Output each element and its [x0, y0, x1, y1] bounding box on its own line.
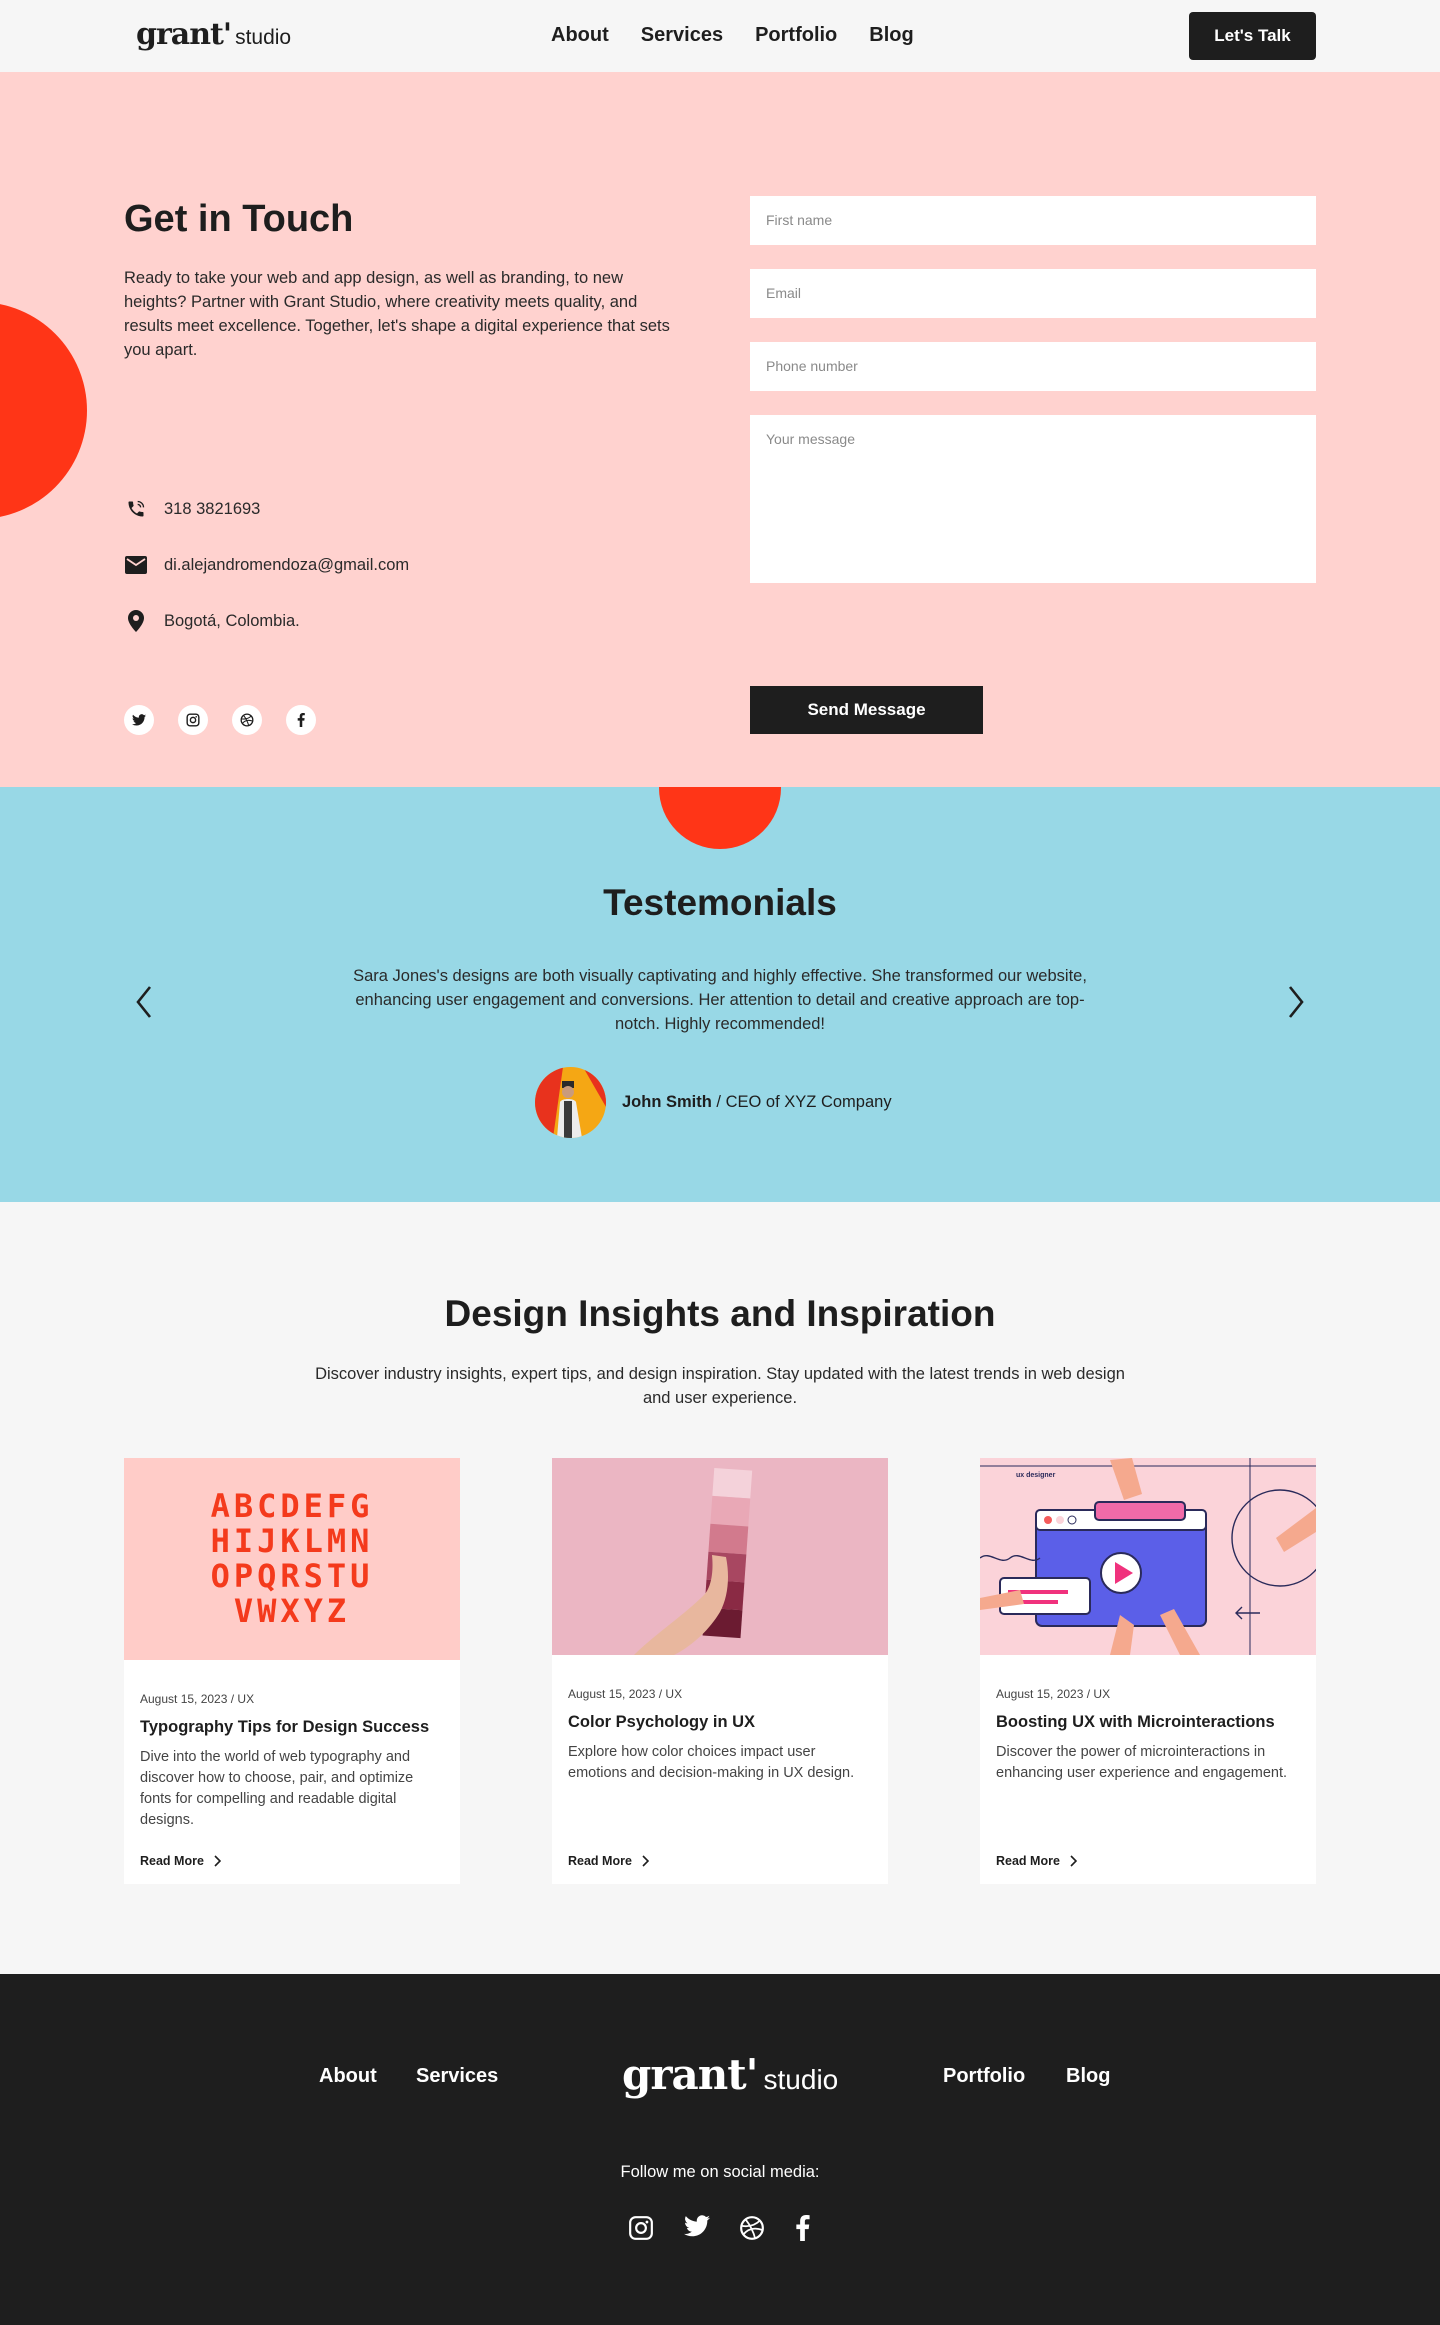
card-title[interactable]: Color Psychology in UX: [568, 1713, 872, 1732]
phone-input[interactable]: Phone number: [750, 342, 1316, 391]
message-textarea[interactable]: Your message: [750, 415, 1316, 583]
card-excerpt: Discover the power of microinteractions …: [996, 1744, 1288, 1781]
card-meta: August 15, 2023 / UX: [140, 1692, 255, 1706]
first-name-input[interactable]: First name: [750, 196, 1316, 245]
email-text[interactable]: di.alejandromendoza@gmail.com: [164, 556, 409, 575]
testimonial-author: John Smith / CEO of XYZ Company: [535, 1067, 892, 1138]
mail-icon: [124, 553, 148, 577]
blog-card[interactable]: ux designer August 15, 2023 / UX Boostin…: [980, 1458, 1316, 1884]
nav-link-portfolio[interactable]: Portfolio: [755, 24, 837, 47]
dribbble-icon[interactable]: [739, 2215, 767, 2243]
color-swatch-image: [552, 1458, 888, 1655]
contact-title: Get in Touch: [124, 198, 354, 240]
nav-links: About Services Portfolio Blog: [551, 24, 914, 47]
read-more-label: Read More: [568, 1854, 632, 1868]
contact-email: di.alejandromendoza@gmail.com: [124, 553, 409, 577]
blog-section: Design Insights and Inspiration Discover…: [0, 1202, 1440, 1974]
instagram-icon[interactable]: [178, 705, 208, 735]
email-input[interactable]: Email: [750, 269, 1316, 318]
author-role: / CEO of XYZ Company: [711, 1093, 892, 1111]
footer-link-portfolio[interactable]: Portfolio: [943, 2065, 1025, 2088]
card-meta: August 15, 2023 / UX: [568, 1687, 683, 1701]
microinteraction-image: ux designer: [980, 1458, 1316, 1655]
ux-designer-label: ux designer: [1016, 1472, 1056, 1479]
footer: About Services grant' studio Portfolio B…: [0, 1974, 1440, 2325]
read-more-link[interactable]: Read More: [568, 1854, 649, 1868]
twitter-icon[interactable]: [124, 705, 154, 735]
phone-text: 318 3821693: [164, 499, 261, 518]
contact-phone: 318 3821693: [124, 497, 260, 521]
footer-logo-sub: studio: [763, 2064, 839, 2095]
footer-link-services[interactable]: Services: [416, 2065, 498, 2088]
avatar: [535, 1067, 606, 1138]
logo-main: grant': [136, 17, 232, 52]
decorative-circle: [0, 302, 87, 519]
chevron-right-icon: [642, 1855, 649, 1867]
card-title[interactable]: Typography Tips for Design Success: [140, 1718, 444, 1737]
nav-link-about[interactable]: About: [551, 24, 609, 47]
logo-sub: studio: [235, 26, 292, 49]
typography-image: ABCDEFG HIJKLMN OPQRSTU VWXYZ: [124, 1458, 460, 1660]
location-pin-icon: [124, 609, 148, 633]
card-title[interactable]: Boosting UX with Microinteractions: [996, 1713, 1300, 1732]
dribbble-icon[interactable]: [232, 705, 262, 735]
testimonial-quote: Sara Jones's designs are both visually c…: [353, 967, 1087, 1033]
chevron-left-icon[interactable]: [132, 983, 156, 1021]
author-text: John Smith / CEO of XYZ Company: [622, 1093, 892, 1112]
nav-link-services[interactable]: Services: [641, 24, 723, 47]
send-message-button[interactable]: Send Message: [750, 686, 983, 734]
facebook-icon[interactable]: [795, 2215, 823, 2243]
footer-logo-main: grant': [622, 2050, 759, 2099]
card-meta: August 15, 2023 / UX: [996, 1687, 1111, 1701]
contact-location: Bogotá, Colombia.: [124, 609, 300, 633]
author-name: John Smith: [622, 1093, 712, 1111]
testimonials-title: Testemonials: [603, 882, 837, 923]
blog-subtitle: Discover industry insights, expert tips,…: [315, 1365, 1125, 1407]
contact-section: Get in Touch Ready to take your web and …: [0, 72, 1440, 787]
read-more-label: Read More: [140, 1854, 204, 1868]
nav-link-blog[interactable]: Blog: [869, 24, 913, 47]
contact-socials: [124, 705, 316, 735]
card-excerpt: Dive into the world of web typography an…: [140, 1749, 414, 1828]
top-nav: grant' studio About Services Portfolio B…: [0, 0, 1440, 72]
blog-card[interactable]: August 15, 2023 / UX Color Psychology in…: [552, 1458, 888, 1884]
read-more-link[interactable]: Read More: [996, 1854, 1077, 1868]
testimonials-section: Testemonials Sara Jones's designs are bo…: [0, 787, 1440, 1202]
decorative-circle: [659, 787, 781, 849]
instagram-icon[interactable]: [628, 2215, 656, 2243]
contact-intro: Ready to take your web and app design, a…: [124, 269, 670, 359]
lets-talk-button[interactable]: Let's Talk: [1189, 12, 1316, 60]
footer-link-about[interactable]: About: [319, 2065, 377, 2088]
footer-link-blog[interactable]: Blog: [1066, 2065, 1110, 2088]
read-more-link[interactable]: Read More: [140, 1854, 221, 1868]
facebook-icon[interactable]: [286, 705, 316, 735]
blog-title: Design Insights and Inspiration: [444, 1293, 996, 1334]
chevron-right-icon[interactable]: [1284, 983, 1308, 1021]
follow-text: Follow me on social media:: [620, 2163, 820, 2181]
card-excerpt: Explore how color choices impact user em…: [568, 1744, 855, 1781]
logo[interactable]: grant' studio: [136, 17, 291, 52]
alphabet-art: ABCDEFG HIJKLMN OPQRSTU VWXYZ: [210, 1487, 374, 1630]
blog-card[interactable]: ABCDEFG HIJKLMN OPQRSTU VWXYZ August 15,…: [124, 1458, 460, 1884]
twitter-icon[interactable]: [684, 2215, 712, 2243]
read-more-label: Read More: [996, 1854, 1060, 1868]
chevron-right-icon: [1070, 1855, 1077, 1867]
chevron-right-icon: [214, 1855, 221, 1867]
phone-icon: [124, 497, 148, 521]
footer-logo[interactable]: grant' studio: [622, 2050, 838, 2099]
location-text: Bogotá, Colombia.: [164, 611, 300, 630]
